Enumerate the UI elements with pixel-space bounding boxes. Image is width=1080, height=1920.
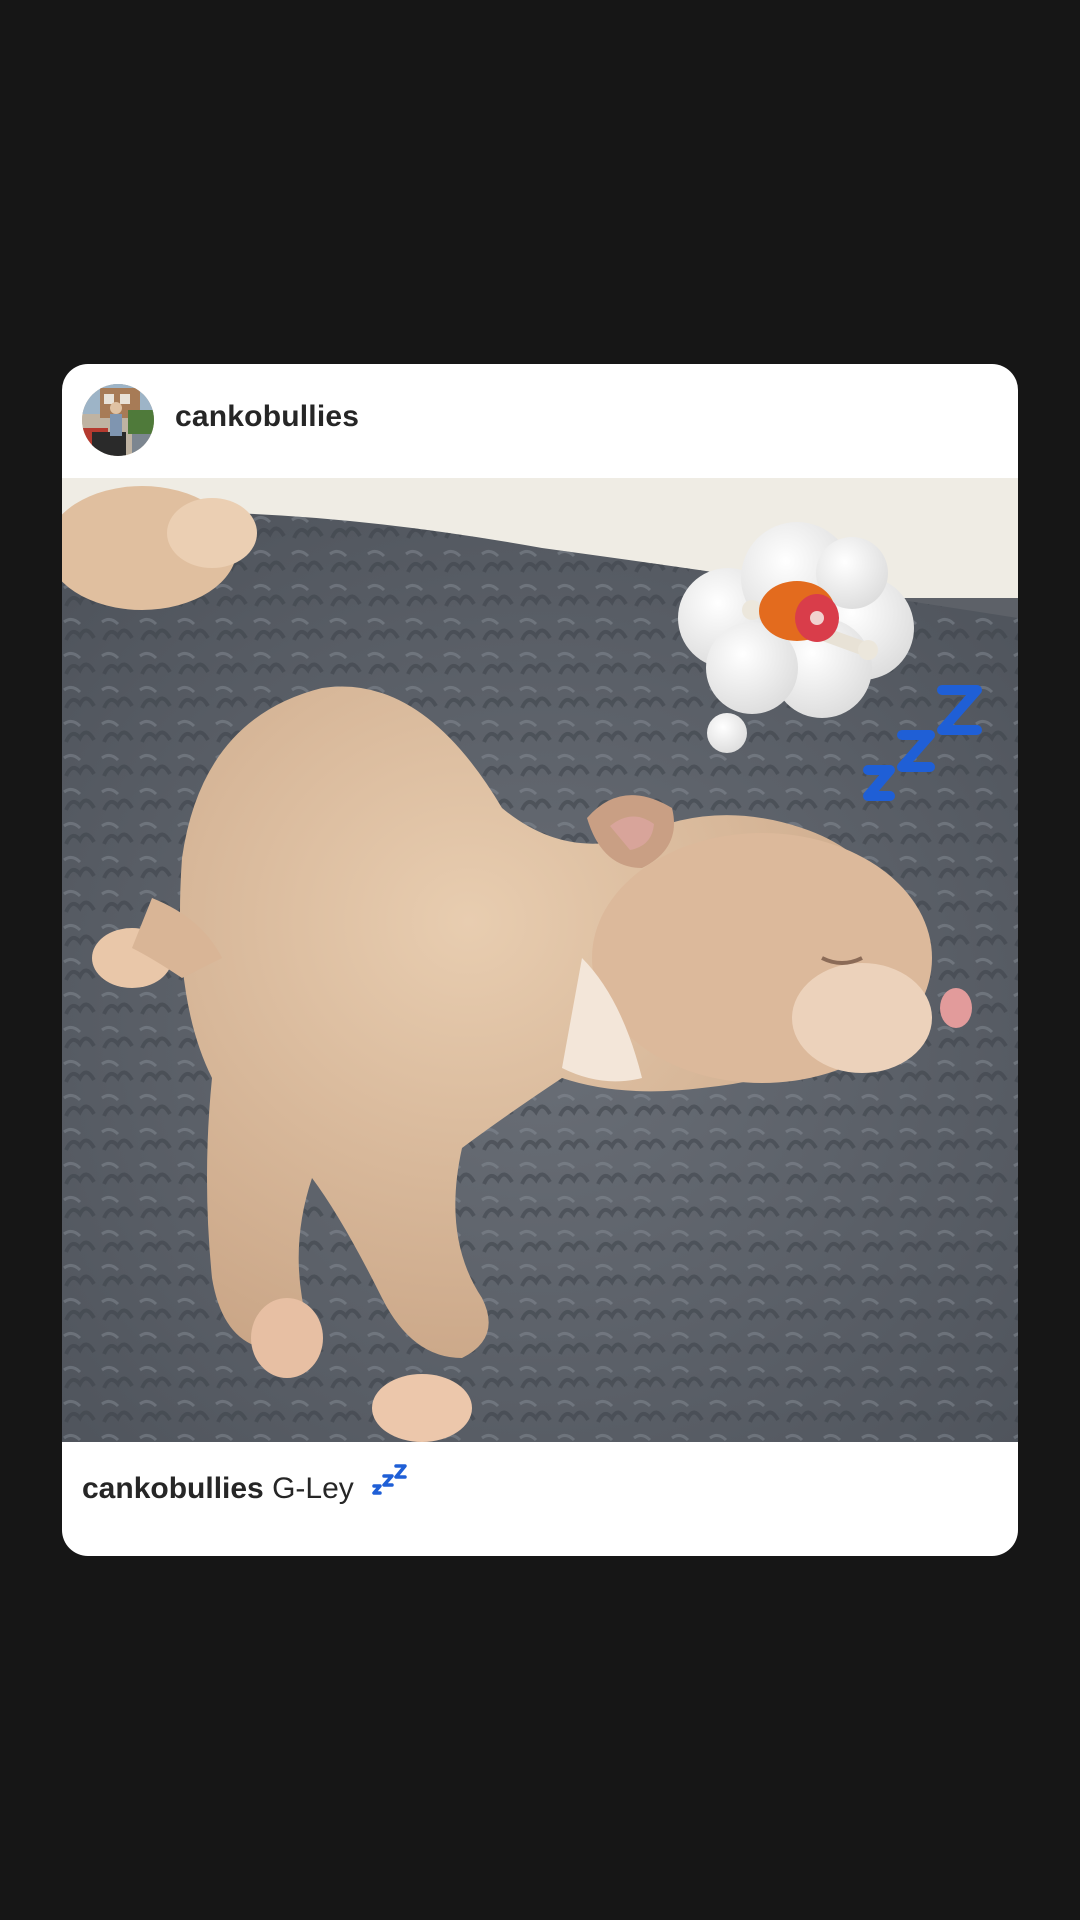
puppy-photo-illustration	[62, 478, 1018, 1442]
post-caption: cankobullies G-Ley	[82, 1464, 408, 1512]
post-card: cankobullies cankobullies G-Ley	[62, 364, 1018, 1556]
caption-bar: cankobullies G-Ley	[62, 1442, 1018, 1556]
caption-text: G-Ley	[272, 1471, 354, 1505]
avatar-image	[82, 384, 154, 456]
post-username[interactable]: cankobullies	[175, 400, 359, 434]
zzz-emoji-icon	[370, 1462, 408, 1506]
profile-avatar[interactable]	[82, 384, 154, 456]
post-header: cankobullies	[62, 364, 1018, 478]
caption-username[interactable]: cankobullies	[82, 1472, 264, 1505]
post-photo[interactable]	[62, 478, 1018, 1442]
